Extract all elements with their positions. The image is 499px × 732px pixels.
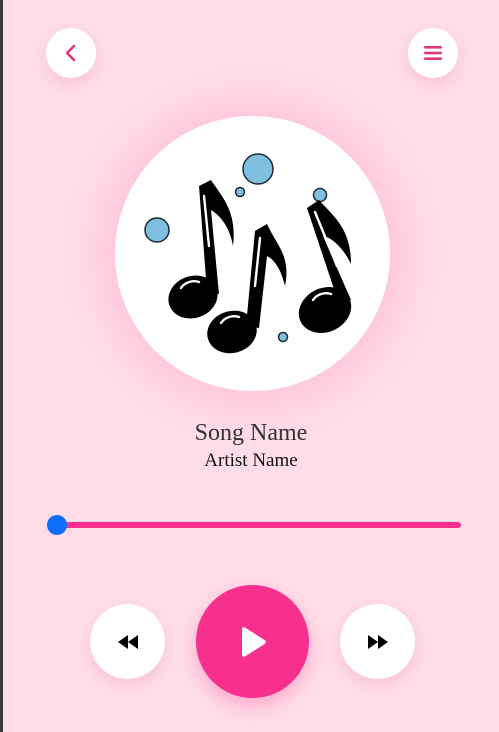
chevron-left-icon — [65, 44, 76, 62]
music-player-screen: Song Name Artist Name — [3, 0, 499, 732]
play-button[interactable] — [196, 585, 309, 698]
fast-forward-button[interactable] — [340, 604, 415, 679]
artist-name: Artist Name — [204, 450, 298, 471]
progress-slider[interactable] — [47, 514, 461, 536]
progress-thumb[interactable] — [47, 515, 67, 535]
album-artwork — [115, 116, 390, 391]
rewind-icon — [117, 634, 138, 649]
hamburger-menu-icon — [424, 46, 442, 60]
song-title: Song Name — [194, 420, 308, 446]
fast-forward-icon — [367, 634, 388, 649]
back-button[interactable] — [46, 28, 96, 78]
menu-button[interactable] — [408, 28, 458, 78]
progress-track — [47, 522, 461, 528]
play-icon — [241, 626, 266, 657]
rewind-button[interactable] — [90, 604, 165, 679]
music-notes-icon — [144, 153, 352, 354]
